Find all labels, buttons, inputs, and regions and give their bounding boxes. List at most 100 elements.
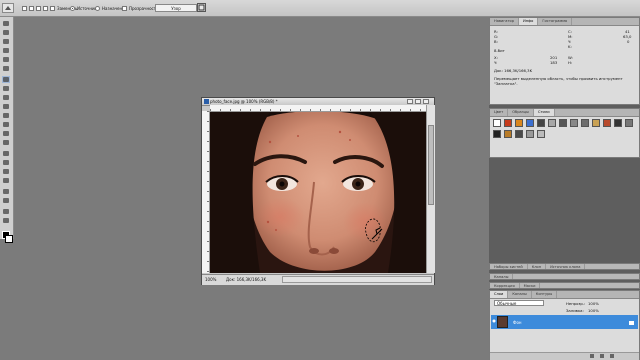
info-hint: Перемещает выделенную область, чтобы про… (494, 76, 623, 86)
style-swatch[interactable] (537, 119, 545, 127)
tab-channels[interactable]: Каналы (508, 291, 532, 298)
document-title: photo_face.jpg @ 100% (RGB/8) * (210, 99, 278, 104)
tab-paths[interactable]: Контуры (532, 291, 558, 298)
info-panel-tabs: Навигатор Инфо Гистограмма (490, 18, 639, 26)
tab-navigator[interactable]: Навигатор (490, 18, 520, 25)
tab-histogram[interactable]: Гистограмма (538, 18, 573, 25)
zoom-level[interactable]: 100% (205, 277, 216, 282)
info-doc-size: Док: 166,3K/166,3K (494, 68, 533, 73)
new-selection-icon[interactable] (22, 5, 27, 11)
style-swatch[interactable] (526, 119, 534, 127)
new-layer-icon[interactable] (590, 354, 594, 358)
eraser-tool-icon[interactable] (2, 112, 10, 119)
gradient-tool-icon[interactable] (2, 121, 10, 128)
style-swatch[interactable] (625, 119, 633, 127)
image-canvas[interactable] (210, 112, 426, 273)
brush-tool-icon[interactable] (2, 85, 10, 92)
tab-masks[interactable]: Маски (520, 283, 541, 288)
style-swatch[interactable] (614, 119, 622, 127)
zoom-tool-icon[interactable] (2, 217, 10, 224)
destination-radio[interactable] (95, 5, 100, 11)
move-tool-icon[interactable] (2, 20, 10, 27)
marquee-tool-icon[interactable] (2, 29, 10, 36)
info-y-value: 183 (550, 60, 558, 65)
tab-styles[interactable]: Стили (533, 109, 555, 116)
pen-tool-icon[interactable] (2, 150, 10, 157)
horizontal-scrollbar[interactable] (282, 276, 432, 283)
vertical-ruler[interactable] (202, 111, 210, 273)
ps-document-icon (204, 99, 209, 104)
style-none[interactable] (493, 119, 501, 127)
add-selection-icon[interactable] (29, 5, 34, 11)
subtract-selection-icon[interactable] (36, 5, 41, 11)
pattern-select[interactable]: Узор (155, 4, 197, 12)
lock-icon (629, 321, 634, 325)
quick-select-tool-icon[interactable] (2, 47, 10, 54)
minimize-button[interactable] (407, 99, 413, 104)
tab-swatches[interactable]: Образцы (508, 109, 534, 116)
layer-row[interactable]: Фон (491, 315, 638, 329)
info-panel: Навигатор Инфо Гистограмма R: G: B: C: M… (489, 17, 640, 105)
intersect-selection-icon[interactable] (43, 5, 48, 11)
style-swatch[interactable] (603, 119, 611, 127)
lasso-tool-icon[interactable] (2, 38, 10, 45)
hand-tool-icon[interactable] (2, 208, 10, 215)
style-swatch[interactable] (570, 119, 578, 127)
blend-mode-select[interactable]: Обычные (494, 300, 544, 306)
history-brush-tool-icon[interactable] (2, 103, 10, 110)
source-option[interactable]: Источник (70, 5, 97, 11)
replace-checkbox[interactable] (50, 5, 55, 11)
background-color-swatch[interactable] (5, 235, 13, 243)
tab-channels-mini[interactable]: Каналы (490, 274, 514, 279)
shape-tool-icon[interactable] (2, 177, 10, 184)
tab-clone-source[interactable]: Источник клона (546, 264, 586, 269)
tab-adjustments[interactable]: Коррекция (490, 283, 520, 288)
adjustments-bar: Коррекция Маски (489, 282, 640, 289)
transparent-option[interactable]: Прозрачность (122, 5, 158, 11)
close-button[interactable] (423, 99, 429, 104)
selection-mode-buttons[interactable] (22, 5, 48, 11)
folder-icon[interactable] (600, 354, 604, 358)
info-h: H: (568, 60, 573, 65)
vertical-scroll-thumb[interactable] (428, 125, 434, 205)
tab-layers[interactable]: Слои (490, 291, 509, 298)
style-swatch[interactable] (581, 119, 589, 127)
document-size[interactable]: Док: 166,3K/166,3K (226, 277, 266, 282)
vertical-scrollbar[interactable] (426, 105, 435, 273)
3d-camera-tool-icon[interactable] (2, 197, 10, 204)
eyedropper-tool-icon[interactable] (2, 65, 10, 72)
style-swatch[interactable] (592, 119, 600, 127)
style-swatch[interactable] (493, 130, 501, 138)
style-swatch[interactable] (548, 119, 556, 127)
tab-info[interactable]: Инфо (519, 18, 539, 25)
eye-icon[interactable] (492, 319, 496, 323)
style-swatch[interactable] (526, 130, 534, 138)
transparent-checkbox[interactable] (122, 5, 127, 11)
use-pattern-button[interactable] (197, 3, 206, 12)
style-swatch[interactable] (559, 119, 567, 127)
fill-value[interactable]: 100% (588, 308, 599, 313)
tool-preset-picker[interactable] (2, 3, 14, 13)
opacity-label: Непрозр.: (566, 301, 586, 306)
3d-rotate-tool-icon[interactable] (2, 188, 10, 195)
patch-tool-icon[interactable] (2, 76, 10, 83)
clone-stamp-tool-icon[interactable] (2, 94, 10, 101)
tab-brush-presets[interactable]: Наборы кистей (490, 264, 528, 269)
crop-tool-icon[interactable] (2, 56, 10, 63)
tab-clone[interactable]: Клон (528, 264, 547, 269)
style-swatch[interactable] (504, 130, 512, 138)
opacity-value[interactable]: 100% (588, 301, 599, 306)
dodge-tool-icon[interactable] (2, 139, 10, 146)
source-radio[interactable] (70, 5, 75, 11)
trash-icon[interactable] (610, 354, 614, 358)
style-swatch[interactable] (537, 130, 545, 138)
horizontal-ruler[interactable] (210, 105, 426, 112)
style-swatch[interactable] (515, 119, 523, 127)
blur-tool-icon[interactable] (2, 130, 10, 137)
style-swatch[interactable] (504, 119, 512, 127)
tab-color[interactable]: Цвет (490, 109, 509, 116)
path-select-tool-icon[interactable] (2, 168, 10, 175)
maximize-button[interactable] (415, 99, 421, 104)
type-tool-icon[interactable] (2, 159, 10, 166)
style-swatch[interactable] (515, 130, 523, 138)
